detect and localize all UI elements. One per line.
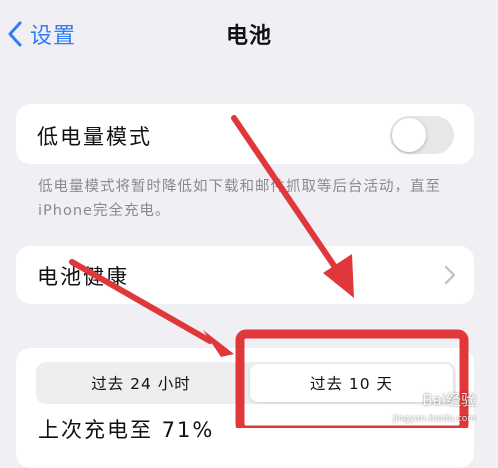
low-power-mode-label: 低电量模式 xyxy=(37,125,152,149)
low-power-mode-footnote: 低电量模式将暂时降低如下载和邮件抓取等后台活动，直至iPhone完全充电。 xyxy=(38,179,441,219)
time-range-segmented-control: 过去 24 小时 过去 10 天 xyxy=(36,362,456,404)
segment-last-24-hours[interactable]: 过去 24 小时 xyxy=(36,362,246,404)
last-charge-label: 上次充电至 71% xyxy=(38,418,215,442)
low-power-mode-row: 低电量模式 xyxy=(16,104,474,164)
chevron-right-icon xyxy=(444,265,456,285)
toggle-knob xyxy=(392,118,426,152)
battery-health-row[interactable]: 电池健康 xyxy=(16,246,474,304)
low-power-mode-toggle[interactable] xyxy=(390,116,454,154)
page-title: 电池 xyxy=(225,24,272,49)
battery-health-label: 电池健康 xyxy=(37,265,129,289)
watermark-url: jingyan.baidu.com xyxy=(392,414,476,424)
navigation-bar: 设置 电池 xyxy=(0,0,498,70)
battery-usage-card: 过去 24 小时 过去 10 天 上次充电至 71% xyxy=(16,348,474,468)
watermark: Bai经验 xyxy=(422,391,476,409)
